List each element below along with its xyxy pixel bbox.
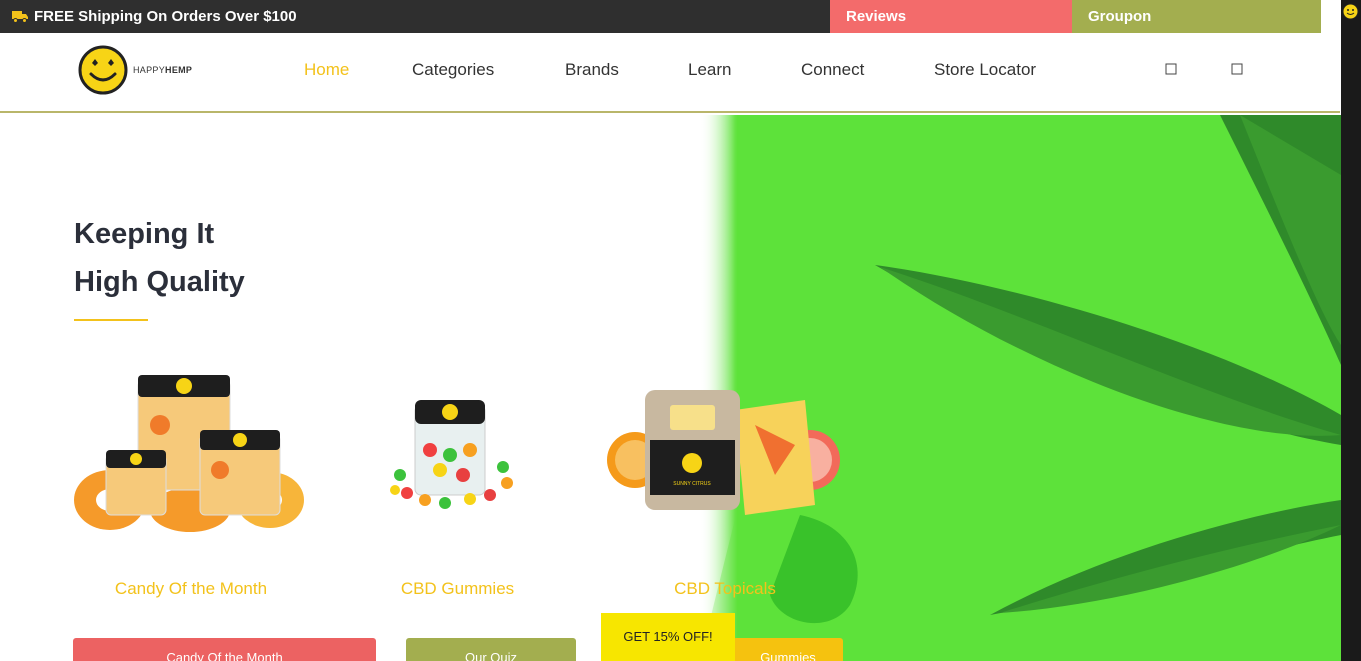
nav-categories-label: Categories: [412, 60, 495, 79]
logo-text-hemp: HEMP: [165, 65, 193, 75]
cart-icon[interactable]: [1231, 63, 1243, 75]
nav-home[interactable]: Home: [304, 33, 349, 107]
our-quiz-button[interactable]: Our Quiz: [406, 638, 576, 661]
site-header: HAPPYHEMP Home Categories Brands Learn C…: [0, 33, 1340, 113]
nav-learn[interactable]: Learn: [688, 33, 737, 107]
nav-store-locator[interactable]: Store Locator: [934, 33, 1036, 107]
truck-icon: [12, 11, 28, 23]
logo-text-happy: HAPPY: [133, 65, 166, 75]
logo-wordmark: HAPPYHEMP: [133, 65, 192, 75]
product-title-candy[interactable]: Candy Of the Month: [73, 579, 309, 599]
free-shipping-banner: FREE Shipping On Orders Over $100: [0, 0, 297, 33]
cbd-topicals-image[interactable]: SUNNY CITRUS: [605, 385, 845, 520]
nav-connect-label: Connect: [801, 60, 865, 79]
reviews-link[interactable]: Reviews: [830, 0, 1072, 33]
heading-underline: [74, 319, 148, 321]
account-icon[interactable]: [1165, 63, 1177, 75]
product-title-gummies[interactable]: CBD Gummies: [385, 579, 530, 599]
soap-label-text: SUNNY CITRUS: [673, 481, 711, 487]
nav-learn-label: Learn: [688, 60, 732, 79]
nav-brands[interactable]: Brands: [565, 33, 625, 107]
smiley-logo-icon: [78, 45, 128, 95]
hero-heading-line2: High Quality: [74, 266, 245, 298]
hero-heading-line1: Keeping It: [74, 218, 215, 250]
nav-brands-label: Brands: [565, 60, 619, 79]
gummies-button[interactable]: Gummies: [733, 638, 843, 661]
candy-of-month-button[interactable]: Candy Of the Month: [73, 638, 376, 661]
cbd-gummies-image[interactable]: [385, 395, 530, 520]
discount-promo-button[interactable]: GET 15% OFF!: [601, 613, 735, 661]
announcement-bar: FREE Shipping On Orders Over $100 Review…: [0, 0, 1321, 33]
nav-categories[interactable]: Categories: [412, 33, 500, 107]
smiley-icon: [1342, 3, 1359, 20]
candy-jars-image[interactable]: [70, 370, 310, 540]
groupon-link[interactable]: Groupon: [1072, 0, 1321, 33]
scrollbar-track[interactable]: [1341, 0, 1361, 661]
free-shipping-text: FREE Shipping On Orders Over $100: [34, 8, 297, 25]
hero-heading: Keeping It High Quality: [74, 210, 245, 306]
nav-home-label: Home: [304, 60, 350, 79]
product-title-topicals[interactable]: CBD Topicals: [650, 579, 800, 599]
nav-store-locator-label: Store Locator: [934, 60, 1037, 79]
nav-connect[interactable]: Connect: [801, 33, 870, 107]
happyhemp-logo[interactable]: HAPPYHEMP: [78, 45, 192, 95]
